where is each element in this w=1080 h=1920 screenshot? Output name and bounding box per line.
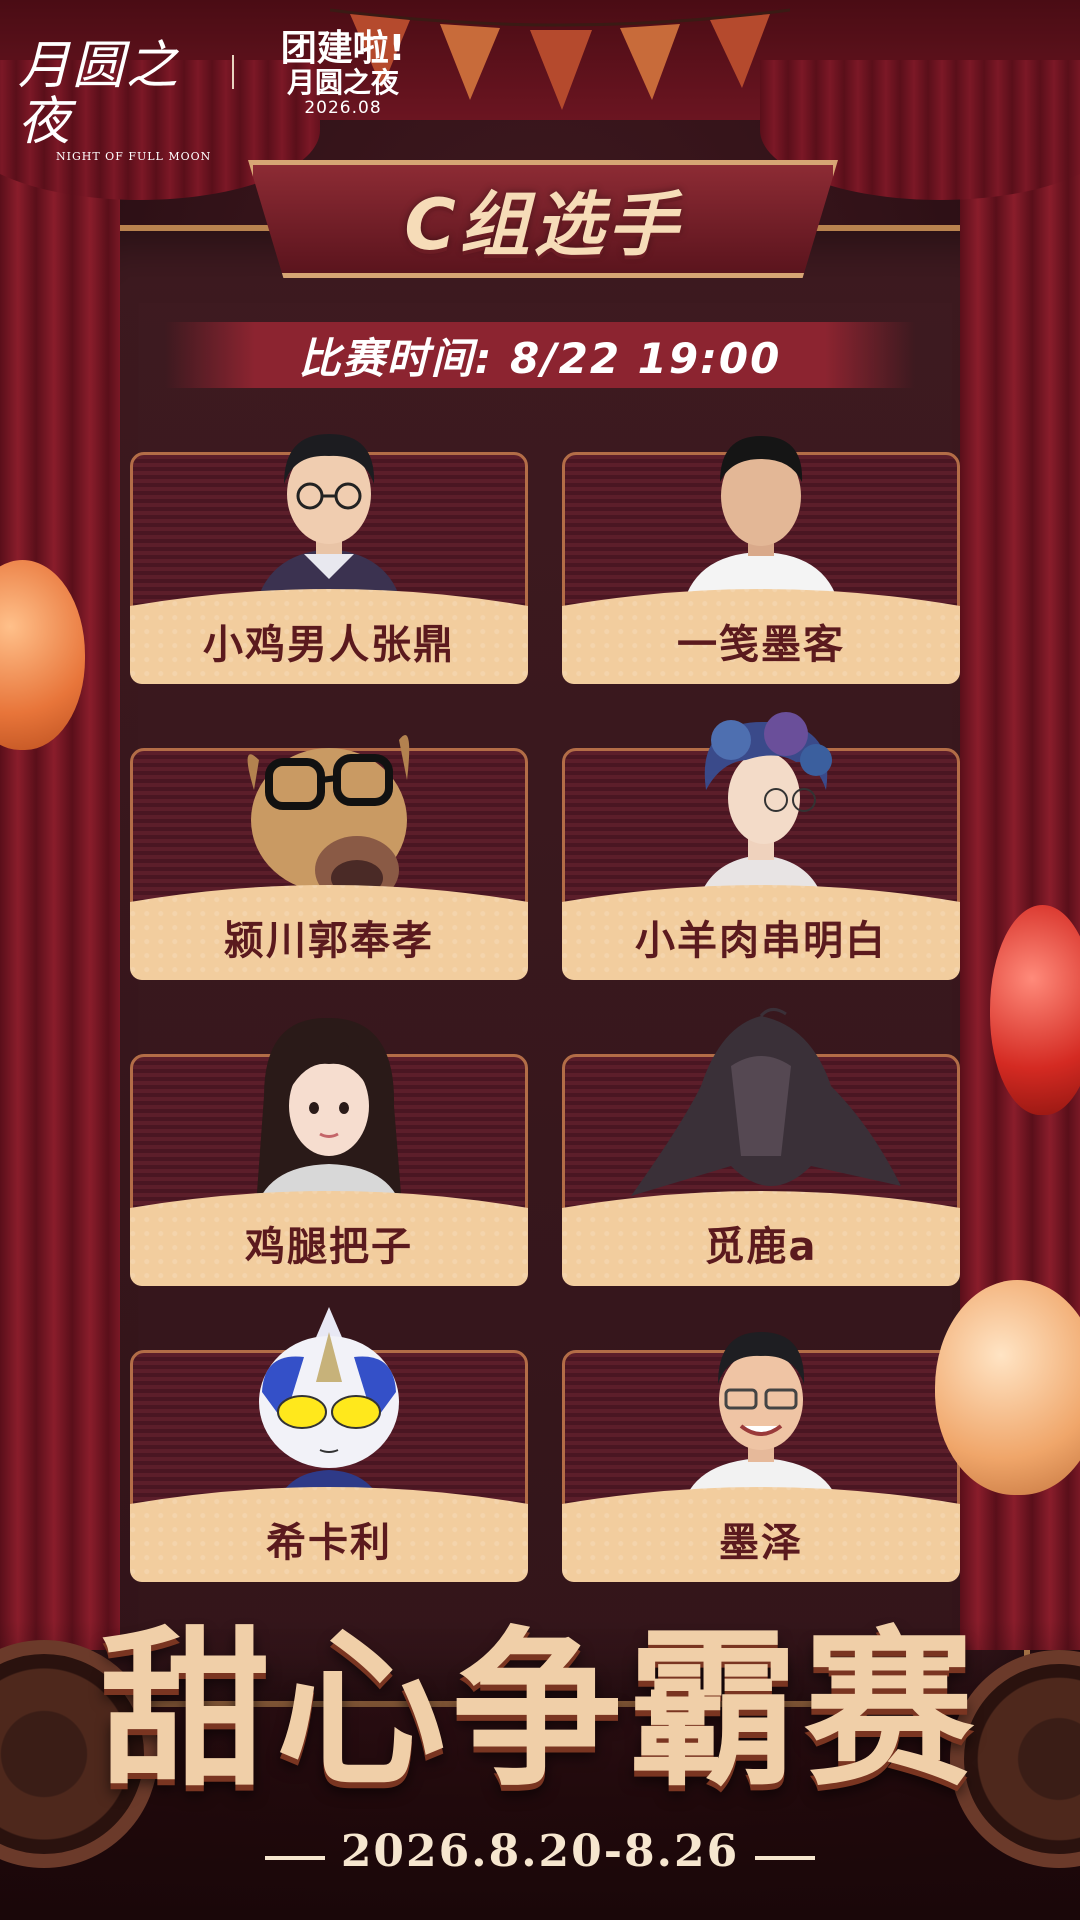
player-card: 小鸡男人张鼎 [130, 434, 528, 684]
player-name: 一笺墨客 [677, 622, 845, 668]
group-title-plaque: C组选手 [248, 160, 838, 278]
player-avatar-icon [681, 436, 841, 614]
event-logo: 团建啦! 月圆之夜 2026.08 [258, 30, 428, 120]
game-logo: 月圆之夜 NIGHT OF FULL MOON [18, 38, 218, 163]
player-avatar-icon [254, 1017, 404, 1216]
event-logo-line2: 月圆之夜 [286, 66, 399, 99]
player-card: 希卡利 [130, 1307, 528, 1582]
player-avatar-icon [254, 434, 404, 614]
player-card: 觅鹿a [562, 1008, 960, 1286]
player-name: 鸡腿把子 [245, 1224, 413, 1270]
match-time: 比赛时间: 8/22 19:00 [298, 333, 782, 383]
player-card: 鸡腿把子 [130, 1017, 528, 1286]
left-curtain [0, 0, 120, 1650]
event-dates: 2026.8.20-8.26 [340, 1826, 740, 1877]
event-logo-date: 2026.08 [304, 98, 382, 118]
player-name: 希卡利 [266, 1520, 392, 1566]
player-name: 觅鹿a [704, 1224, 818, 1270]
event-title: 甜心争霸赛 [99, 1610, 980, 1810]
player-card: 小羊肉串明白 [562, 712, 960, 980]
event-logo-line1: 团建啦! [280, 28, 406, 69]
player-card: 一笺墨客 [562, 436, 960, 684]
player-name: 颍川郭奉孝 [224, 918, 434, 964]
ultraman-avatar-icon [259, 1307, 399, 1512]
player-name: 小羊肉串明白 [635, 918, 887, 964]
group-title: C组选手 [404, 183, 682, 266]
game-logo-subtitle: NIGHT OF FULL MOON [56, 150, 212, 163]
event-poster: 月圆之夜 NIGHT OF FULL MOON 团建啦! 月圆之夜 2026.0… [0, 0, 1080, 1920]
character-avatar-icon [631, 1008, 901, 1196]
player-avatar-icon [681, 1332, 841, 1512]
player-card: 墨泽 [562, 1332, 960, 1582]
player-avatar-icon [696, 712, 832, 910]
player-name: 墨泽 [719, 1520, 803, 1566]
game-logo-text: 月圆之夜 [18, 36, 181, 152]
player-card: 颍川郭奉孝 [130, 735, 528, 980]
logo-divider [232, 55, 234, 89]
player-name: 小鸡男人张鼎 [203, 622, 455, 668]
dog-avatar-icon [247, 735, 410, 904]
match-time-ribbon: 比赛时间: 8/22 19:00 [165, 322, 915, 388]
